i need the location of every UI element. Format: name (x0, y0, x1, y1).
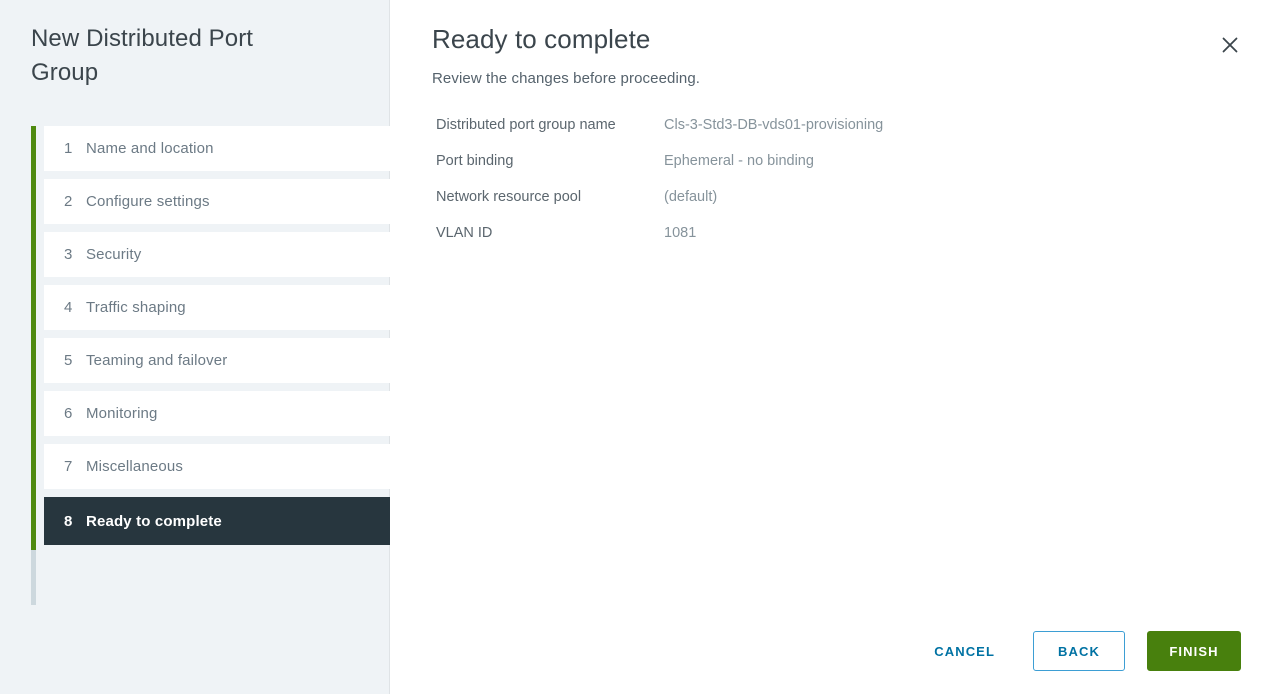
wizard-title: New Distributed Port Group (31, 25, 254, 86)
step-number: 3 (64, 246, 73, 263)
step-number: 4 (64, 299, 73, 316)
step-label: Security (86, 246, 142, 263)
summary-row: Network resource pool (default) (436, 186, 1170, 208)
wizard-main-panel: Ready to complete Review the changes bef… (390, 0, 1269, 694)
cancel-button[interactable]: CANCEL (918, 634, 1011, 669)
summary-value: Ephemeral - no binding (664, 153, 814, 169)
step-label: Configure settings (86, 193, 210, 210)
main-header: Ready to complete Review the changes bef… (390, 0, 1269, 87)
wizard-step-8[interactable]: 8 Ready to complete (44, 497, 390, 545)
summary-label: Port binding (436, 153, 514, 169)
step-progress-rail-inactive (31, 550, 36, 605)
wizard-sidebar: New Distributed Port Group 1 Name and loc… (0, 0, 390, 694)
step-label: Miscellaneous (86, 458, 183, 475)
step-number: 5 (64, 352, 73, 369)
step-label: Monitoring (86, 405, 158, 422)
summary-label: Network resource pool (436, 189, 582, 205)
summary-value: (default) (664, 189, 718, 205)
back-button[interactable]: BACK (1033, 631, 1125, 671)
step-label: Traffic shaping (86, 299, 186, 316)
wizard-step-5[interactable]: 5 Teaming and failover (44, 338, 390, 383)
summary-row: VLAN ID 1081 (436, 222, 1170, 244)
summary-row: Port binding Ephemeral - no binding (436, 150, 1170, 172)
wizard-steps: 1 Name and location 2 Configure settings 3 Se… (31, 126, 390, 605)
summary-value: Cls-3-Std3-DB-vds01-provisioning (664, 117, 884, 133)
wizard-dialog: New Distributed Port Group 1 Name and loc… (0, 0, 1269, 694)
wizard-step-6[interactable]: 6 Monitoring (44, 391, 390, 436)
step-number: 1 (64, 140, 73, 157)
step-label: Teaming and failover (86, 352, 228, 369)
wizard-step-4[interactable]: 4 Traffic shaping (44, 285, 390, 330)
wizard-step-7[interactable]: 7 Miscellaneous (44, 444, 390, 489)
wizard-step-1[interactable]: 1 Name and location (44, 126, 390, 171)
step-number: 7 (64, 458, 73, 475)
summary-label: VLAN ID (436, 225, 493, 241)
summary-label: Distributed port group name (436, 117, 616, 133)
step-label: Name and location (86, 140, 214, 157)
step-number: 8 (64, 512, 73, 530)
step-list: 1 Name and location 2 Configure settings 3 Se… (44, 126, 390, 545)
wizard-footer: CANCEL BACK FINISH (390, 608, 1269, 694)
finish-button[interactable]: FINISH (1147, 631, 1241, 671)
step-progress-rail (31, 126, 36, 550)
page-title: Ready to complete (432, 24, 651, 54)
step-label: Ready to complete (86, 512, 222, 530)
close-icon[interactable] (1213, 28, 1247, 62)
summary-row: Distributed port group name Cls-3-Std3-DB… (436, 114, 1170, 136)
wizard-step-3[interactable]: 3 Security (44, 232, 390, 277)
wizard-step-2[interactable]: 2 Configure settings (44, 179, 390, 224)
summary-value: 1081 (664, 225, 697, 241)
step-number: 2 (64, 193, 73, 210)
summary-table: Distributed port group name Cls-3-Std3-DB… (390, 114, 1170, 244)
step-number: 6 (64, 405, 73, 422)
page-subtitle: Review the changes before proceeding. (432, 70, 701, 87)
